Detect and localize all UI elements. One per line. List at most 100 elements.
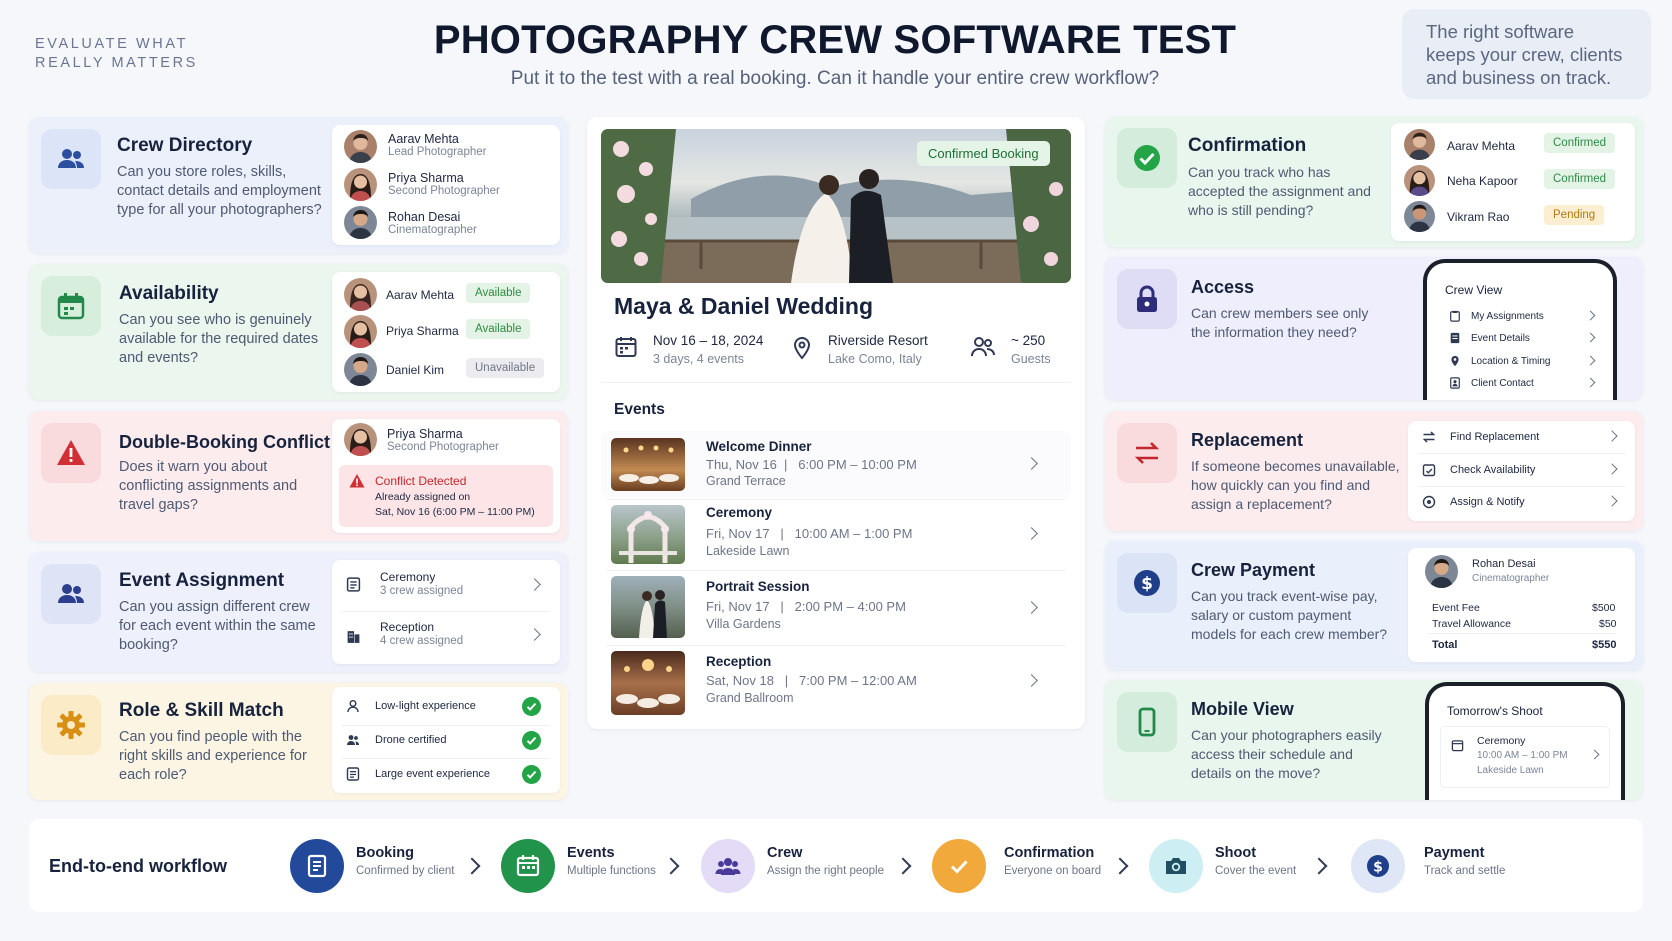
people-list: Aarav Mehta Lead Photographer Priya Shar… xyxy=(332,125,560,245)
gear-icon xyxy=(41,695,101,755)
confirmation-card[interactable]: Confirmation Can you track who has accep… xyxy=(1105,117,1643,247)
crew-directory-card[interactable]: Crew Directory Can you store roles, skil… xyxy=(29,117,568,253)
notify-icon xyxy=(1422,495,1436,509)
replacement-card[interactable]: Replacement If someone becomes unavailab… xyxy=(1105,411,1643,531)
event-row[interactable]: Welcome Dinner Thu, Nov 16 | 6:00 PM – 1… xyxy=(601,431,1071,497)
page-title: PHOTOGRAPHY CREW SOFTWARE TEST xyxy=(433,18,1237,62)
booking-icon xyxy=(290,839,344,893)
card-title: Event Assignment xyxy=(119,570,285,591)
assign-notify-button[interactable]: Assign & Notify xyxy=(1408,487,1635,518)
workflow-step-events[interactable]: Events Multiple functions xyxy=(501,837,681,895)
clipboard-icon xyxy=(1450,310,1460,322)
side-note: The right software keeps your crew, clie… xyxy=(1402,9,1651,99)
schedule-item[interactable]: Ceremony 10:00 AM – 1:00 PM Lakeside Law… xyxy=(1440,726,1610,788)
event-assign-list: Ceremony 3 crew assigned Reception 4 cre… xyxy=(332,560,560,664)
chevron-right-icon xyxy=(1585,310,1596,321)
replacement-actions: Find Replacement Check Availability Assi… xyxy=(1408,421,1635,521)
workflow-bar: End-to-end workflow Booking Confirmed by… xyxy=(29,819,1643,912)
avatar xyxy=(344,130,377,163)
check-icon xyxy=(932,839,986,893)
card-title: Confirmation xyxy=(1188,135,1307,156)
card-title: Crew Directory xyxy=(117,135,253,156)
check-icon xyxy=(522,765,541,784)
card-desc: Does it warn you about conflicting assig… xyxy=(119,459,298,513)
chevron-right-icon xyxy=(1585,355,1596,366)
workflow-step-booking[interactable]: Booking Confirmed by client xyxy=(290,837,470,895)
status-badge: Confirmed xyxy=(1544,133,1616,153)
workflow-step-crew[interactable]: Crew Assign the right people xyxy=(701,837,901,895)
warning-icon xyxy=(349,474,365,488)
check-availability-button[interactable]: Check Availability xyxy=(1408,455,1635,486)
event-thumbnail xyxy=(611,651,685,715)
calendar-icon xyxy=(501,839,555,893)
card-desc: Can crew members see only the informatio… xyxy=(1191,305,1369,340)
workflow-step-confirmation[interactable]: Confirmation Everyone on board xyxy=(932,837,1122,895)
phone-menu-item[interactable]: Location & Timing xyxy=(1441,351,1601,371)
skill-list: Low-light experience Drone certified Lar… xyxy=(332,687,560,793)
chevron-right-icon xyxy=(1025,457,1038,470)
event-row[interactable]: Portrait Session Fri, Nov 17 | 2:00 PM –… xyxy=(601,573,1071,643)
users-icon xyxy=(347,735,359,745)
conflict-panel: Priya Sharma Second Photographer Conflic… xyxy=(332,419,560,533)
contact-icon xyxy=(1450,377,1460,389)
booking-card[interactable]: Confirmed Booking Maya & Daniel Wedding … xyxy=(587,117,1085,729)
card-title: Mobile View xyxy=(1191,699,1294,719)
status-badge: Unavailable xyxy=(466,358,545,378)
card-desc: Can you track who has accepted the assig… xyxy=(1188,164,1371,218)
card-title: Double-Booking Conflict xyxy=(119,432,330,452)
availability-list: Aarav Mehta Available Priya Sharma Avail… xyxy=(332,272,560,392)
event-row[interactable]: Ceremony Fri, Nov 17 | 10:00 AM – 1:00 P… xyxy=(601,501,1071,567)
document-icon xyxy=(346,577,361,592)
status-badge: Available xyxy=(466,283,531,303)
event-row-ceremony[interactable]: Ceremony 3 crew assigned xyxy=(332,560,560,610)
avatar xyxy=(344,423,377,456)
crew-payment-card[interactable]: $ Crew Payment Can you track event-wise … xyxy=(1105,541,1643,670)
card-title: Role & Skill Match xyxy=(119,700,284,721)
mobile-view-card[interactable]: Mobile View Can your photographers easil… xyxy=(1105,680,1643,800)
event-assignment-card[interactable]: Event Assignment Can you assign differen… xyxy=(29,552,568,672)
phone-icon xyxy=(1117,692,1177,752)
access-card[interactable]: Access Can crew members see only the inf… xyxy=(1105,257,1643,400)
card-desc: Can you store roles, skills, contact det… xyxy=(117,164,322,218)
svg-text:$: $ xyxy=(1141,574,1153,594)
workflow-step-payment[interactable]: $ Payment Track and settle xyxy=(1351,837,1531,895)
role-skill-card[interactable]: Role & Skill Match Can you find people w… xyxy=(29,683,568,800)
calendar-icon xyxy=(615,337,637,357)
camera-icon xyxy=(1149,839,1203,893)
building-icon xyxy=(347,631,360,643)
event-row[interactable]: Reception Sat, Nov 18 | 7:00 PM – 12:00 … xyxy=(601,648,1071,718)
warning-icon xyxy=(41,423,101,483)
swap-icon xyxy=(1422,431,1436,443)
status-badge: Available xyxy=(466,319,531,339)
event-thumbnail xyxy=(611,438,685,491)
avatar xyxy=(344,206,377,239)
check-icon xyxy=(522,697,541,716)
event-row-reception[interactable]: Reception 4 crew assigned xyxy=(332,612,560,662)
document-icon xyxy=(1450,332,1460,344)
calendar-icon xyxy=(41,276,101,336)
avatar xyxy=(344,278,377,311)
chevron-right-icon xyxy=(1025,527,1038,540)
availability-card[interactable]: Availability Can you see who is genuinel… xyxy=(29,264,568,400)
status-badge: Pending xyxy=(1544,205,1605,225)
chevron-right-icon xyxy=(1606,430,1618,442)
phone-menu-item[interactable]: My Assignments xyxy=(1441,306,1601,326)
find-replacement-button[interactable]: Find Replacement xyxy=(1408,421,1635,452)
phone-menu-item[interactable]: Event Details xyxy=(1441,328,1601,348)
card-desc: Can you assign different crew for each e… xyxy=(119,599,316,653)
avatar xyxy=(1425,555,1458,588)
dollar-icon: $ xyxy=(1351,839,1405,893)
chevron-right-icon xyxy=(528,628,541,641)
avatar xyxy=(344,168,377,201)
phone-menu-item[interactable]: Client Contact xyxy=(1441,373,1601,393)
avatar xyxy=(1404,201,1435,232)
check-icon xyxy=(522,731,541,750)
confirmation-list: Aarav Mehta Confirmed Neha Kapoor Confir… xyxy=(1391,123,1635,241)
confirmed-booking-badge: Confirmed Booking xyxy=(917,141,1050,166)
event-thumbnail xyxy=(611,576,685,638)
chevron-right-icon xyxy=(1606,463,1618,475)
events-heading: Events xyxy=(614,401,665,418)
workflow-step-shoot[interactable]: Shoot Cover the event xyxy=(1149,837,1329,895)
chevron-right-icon xyxy=(1025,601,1038,614)
double-booking-card[interactable]: Double-Booking Conflict Does it warn you… xyxy=(29,411,568,541)
